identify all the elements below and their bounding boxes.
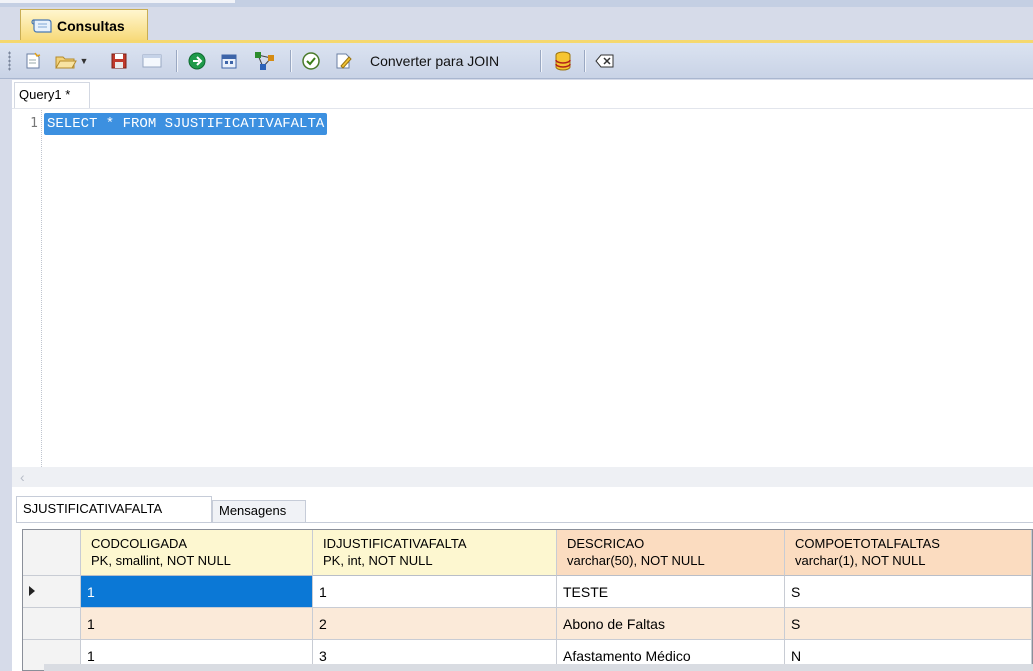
top-strip — [0, 0, 1033, 7]
grid-horizontal-scrollbar[interactable] — [44, 664, 1033, 671]
document-tab-consultas[interactable]: Consultas — [20, 9, 148, 41]
results-grid[interactable]: CODCOLIGADA PK, smallint, NOT NULL IDJUS… — [22, 529, 1033, 671]
database-icon — [554, 51, 572, 71]
convert-to-join-button[interactable]: Converter para JOIN — [370, 49, 499, 73]
document-tab-label: Consultas — [57, 17, 125, 34]
column-header-codcoligada[interactable]: CODCOLIGADA PK, smallint, NOT NULL — [81, 530, 313, 576]
top-strip-highlight — [0, 0, 235, 3]
query-toolbar: ▼ Converter para JOIN — [0, 43, 1033, 79]
toolbar-separator — [584, 50, 585, 72]
database-button[interactable] — [550, 49, 576, 73]
column-name: COMPOETOTALFALTAS — [795, 536, 940, 551]
column-header-idjustificativafalta[interactable]: IDJUSTIFICATIVAFALTA PK, int, NOT NULL — [313, 530, 557, 576]
diagram-button[interactable] — [250, 49, 280, 73]
table-cell[interactable]: 1 — [313, 576, 557, 608]
window-button[interactable] — [138, 49, 166, 73]
tab-results-table[interactable]: SJUSTIFICATIVAFALTA — [16, 496, 212, 522]
schedule-button[interactable] — [216, 49, 242, 73]
toolbar-separator — [540, 50, 541, 72]
save-button[interactable] — [106, 49, 132, 73]
column-type: PK, int, NOT NULL — [323, 553, 433, 568]
erase-button[interactable] — [592, 49, 618, 73]
open-query-icon — [54, 51, 78, 71]
column-type: PK, smallint, NOT NULL — [91, 553, 231, 568]
dropdown-arrow-icon[interactable]: ▼ — [80, 56, 89, 66]
line-number: 1 — [30, 116, 38, 131]
scroll-left-icon[interactable]: ‹ — [20, 469, 25, 485]
sql-text[interactable]: SELECT * FROM SJUSTIFICATIVAFALTA — [44, 113, 328, 135]
column-name: DESCRICAO — [567, 536, 645, 551]
edit-icon — [333, 51, 353, 71]
grid-corner[interactable] — [23, 530, 81, 576]
toolbar-separator — [290, 50, 291, 72]
new-query-icon — [23, 51, 43, 71]
save-icon — [110, 52, 128, 70]
open-query-button[interactable]: ▼ — [52, 49, 90, 73]
table-cell[interactable]: Abono de Faltas — [557, 608, 785, 640]
check-icon — [301, 51, 321, 71]
execute-icon — [187, 51, 207, 71]
column-name: IDJUSTIFICATIVAFALTA — [323, 536, 467, 551]
query-tab-underline — [12, 108, 1033, 109]
column-header-compoetotalfaltas[interactable]: COMPOETOTALFALTAS varchar(1), NOT NULL — [785, 530, 1032, 576]
calendar-icon — [219, 51, 239, 71]
table-cell[interactable]: 2 — [313, 608, 557, 640]
diagram-icon — [253, 50, 277, 72]
edit-button[interactable] — [330, 49, 356, 73]
column-type: varchar(50), NOT NULL — [567, 553, 705, 568]
column-header-descricao[interactable]: DESCRICAO varchar(50), NOT NULL — [557, 530, 785, 576]
current-row-icon — [29, 586, 35, 596]
new-query-button[interactable] — [20, 49, 46, 73]
toolbar-grip[interactable] — [8, 51, 11, 71]
tab-query1[interactable]: Query1 * — [14, 82, 90, 108]
erase-icon — [595, 52, 615, 70]
row-header[interactable] — [23, 576, 81, 608]
table-cell[interactable]: 1 — [81, 608, 313, 640]
row-header[interactable] — [23, 608, 81, 640]
check-syntax-button[interactable] — [298, 49, 324, 73]
line-number-gutter — [12, 110, 42, 467]
execute-button[interactable] — [184, 49, 210, 73]
column-type: varchar(1), NOT NULL — [795, 553, 926, 568]
window-icon — [142, 53, 162, 69]
toolbar-separator — [176, 50, 177, 72]
table-cell[interactable]: 1 — [81, 576, 313, 608]
results-tabs-line — [16, 522, 1033, 523]
table-cell[interactable]: TESTE — [557, 576, 785, 608]
tab-messages[interactable]: Mensagens — [212, 500, 306, 522]
table-cell[interactable]: S — [785, 608, 1032, 640]
column-name: CODCOLIGADA — [91, 536, 188, 551]
sql-editor[interactable] — [12, 80, 1033, 467]
editor-horizontal-scrollbar[interactable]: ‹ — [12, 467, 1033, 487]
scroll-icon — [31, 17, 53, 35]
table-cell[interactable]: S — [785, 576, 1032, 608]
